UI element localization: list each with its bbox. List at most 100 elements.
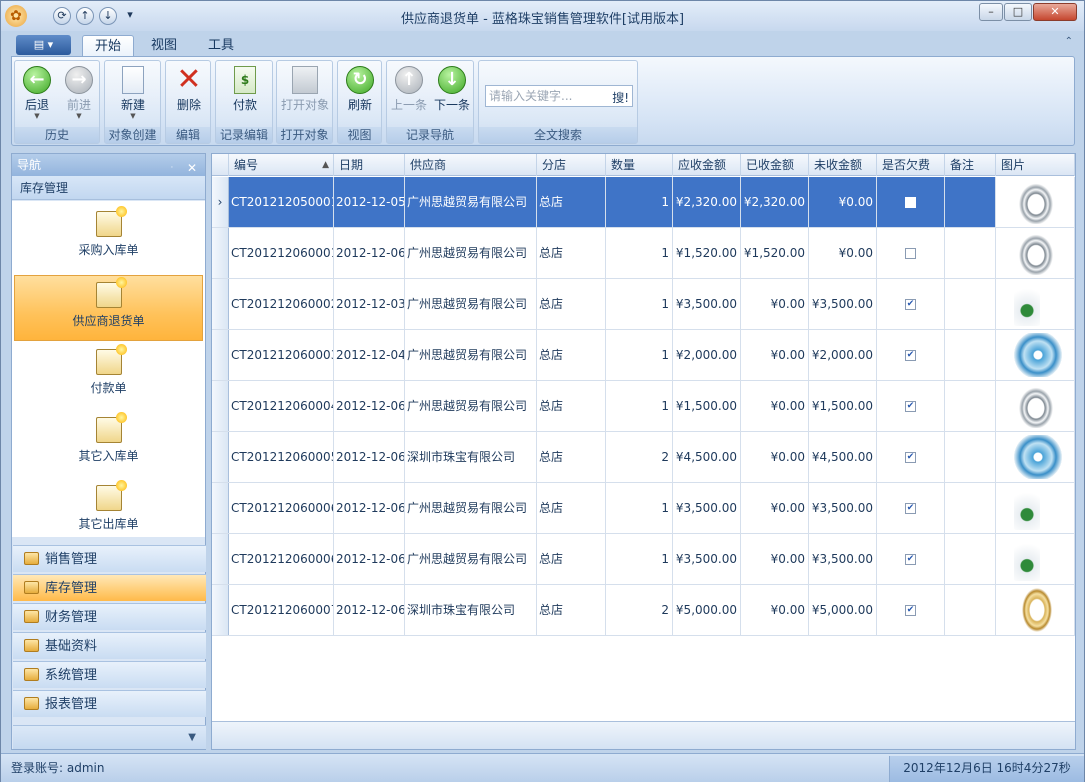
cell-qty[interactable]: 1 <box>606 330 673 380</box>
cell-note[interactable] <box>945 534 996 584</box>
table-row[interactable]: CT201212060002 2012-12-03 广州思越贸易有限公司 总店 1 ¥3,… <box>212 279 1075 330</box>
cell-id[interactable]: CT201212060002 <box>229 279 334 329</box>
table-row[interactable]: › CT201212050001 2012-12-05 广州思越贸易有限公司 总店 1 ¥2… <box>212 177 1075 228</box>
cell-unpaid[interactable]: ¥3,500.00 <box>809 534 877 584</box>
cell-qty[interactable]: 1 <box>606 177 673 227</box>
cell-date[interactable]: 2012-12-06 <box>334 381 405 431</box>
cell-branch[interactable]: 总店 <box>537 534 606 584</box>
cell-qty[interactable]: 1 <box>606 228 673 278</box>
app-menu-button[interactable]: ▤ ▾ <box>16 35 71 55</box>
cell-branch[interactable]: 总店 <box>537 279 606 329</box>
cell-unpaid[interactable]: ¥0.00 <box>809 177 877 227</box>
table-row[interactable]: CT201212060004 2012-12-06 广州思越贸易有限公司 总店 1 ¥1,… <box>212 381 1075 432</box>
cell-supplier[interactable]: 广州思越贸易有限公司 <box>405 228 537 278</box>
cell-image[interactable] <box>996 483 1075 533</box>
table-row[interactable]: CT201212060001 2012-12-06 广州思越贸易有限公司 总店 1 ¥1,… <box>212 228 1075 279</box>
cell-due[interactable]: ¥1,500.00 <box>673 381 741 431</box>
cell-unpaid[interactable]: ¥2,000.00 <box>809 330 877 380</box>
cell-note[interactable] <box>945 177 996 227</box>
cell-id[interactable]: CT201212060004 <box>229 381 334 431</box>
cell-received[interactable]: ¥0.00 <box>741 534 809 584</box>
cell-received[interactable]: ¥0.00 <box>741 432 809 482</box>
refresh-button[interactable]: ↻ 刷新 <box>339 64 381 126</box>
cell-image[interactable] <box>996 279 1075 329</box>
cell-id[interactable]: CT201212060006 <box>229 534 334 584</box>
minimize-button[interactable]: – <box>979 3 1003 21</box>
cell-received[interactable]: ¥0.00 <box>741 585 809 635</box>
cell-branch[interactable]: 总店 <box>537 381 606 431</box>
pin-icon[interactable]: ᆞ <box>167 157 177 179</box>
cell-id[interactable]: CT201212060003 <box>229 330 334 380</box>
row-indicator[interactable] <box>212 381 229 431</box>
nav-item-supplier-return[interactable]: 供应商退货单 <box>14 275 203 341</box>
cell-image[interactable] <box>996 534 1075 584</box>
header-col-branch[interactable]: 分店 <box>537 154 606 176</box>
cell-received[interactable]: ¥1,520.00 <box>741 228 809 278</box>
cell-owed[interactable] <box>877 534 945 584</box>
nav-item-purchase-in[interactable]: 采购入库单 <box>14 205 203 271</box>
cell-unpaid[interactable]: ¥3,500.00 <box>809 483 877 533</box>
row-indicator[interactable]: › <box>212 177 229 227</box>
cell-id[interactable]: CT201212060005 <box>229 432 334 482</box>
search-button[interactable]: 搜! <box>612 88 629 108</box>
cell-branch[interactable]: 总店 <box>537 483 606 533</box>
cell-owed[interactable] <box>877 483 945 533</box>
open-object-button[interactable]: 打开对象 <box>279 64 331 126</box>
cell-id[interactable]: CT201212060001 <box>229 228 334 278</box>
cell-supplier[interactable]: 广州思越贸易有限公司 <box>405 330 537 380</box>
close-button[interactable]: ✕ <box>1033 3 1077 21</box>
cell-note[interactable] <box>945 483 996 533</box>
nav-item-other-out[interactable]: 其它出库单 <box>14 479 203 537</box>
nav-item-payment[interactable]: 付款单 <box>14 343 203 409</box>
cell-date[interactable]: 2012-12-04 <box>334 330 405 380</box>
cell-image[interactable] <box>996 381 1075 431</box>
table-row[interactable]: CT201212060003 2012-12-04 广州思越贸易有限公司 总店 1 ¥2,… <box>212 330 1075 381</box>
prev-record-button[interactable]: ↑ 上一条 <box>388 64 430 126</box>
forward-button[interactable]: → 前进 ▼ <box>58 64 100 126</box>
cell-date[interactable]: 2012-12-06 <box>334 483 405 533</box>
cell-qty[interactable]: 1 <box>606 534 673 584</box>
cell-branch[interactable]: 总店 <box>537 432 606 482</box>
cell-id[interactable]: CT201212060007 <box>229 585 334 635</box>
row-indicator[interactable] <box>212 279 229 329</box>
search-input[interactable]: 请输入关键字... 搜! <box>485 85 633 107</box>
cell-due[interactable]: ¥2,000.00 <box>673 330 741 380</box>
row-indicator[interactable] <box>212 330 229 380</box>
cell-image[interactable] <box>996 228 1075 278</box>
cell-note[interactable] <box>945 330 996 380</box>
back-button[interactable]: ← 后退 ▼ <box>16 64 58 126</box>
cell-owed[interactable] <box>877 177 945 227</box>
header-col-note[interactable]: 备注 <box>945 154 996 176</box>
table-row[interactable]: CT201212060005 2012-12-06 深圳市珠宝有限公司 总店 2 ¥4,5… <box>212 432 1075 483</box>
cell-due[interactable]: ¥4,500.00 <box>673 432 741 482</box>
tab-view[interactable]: 视图 <box>139 35 189 57</box>
cell-due[interactable]: ¥2,320.00 <box>673 177 741 227</box>
owed-checkbox[interactable] <box>905 554 916 565</box>
cell-received[interactable]: ¥0.00 <box>741 381 809 431</box>
cell-due[interactable]: ¥3,500.00 <box>673 534 741 584</box>
cell-image[interactable] <box>996 585 1075 635</box>
cell-date[interactable]: 2012-12-06 <box>334 585 405 635</box>
header-col-qty[interactable]: 数量 <box>606 154 673 176</box>
cell-supplier[interactable]: 深圳市珠宝有限公司 <box>405 432 537 482</box>
cell-received[interactable]: ¥0.00 <box>741 330 809 380</box>
tab-tools[interactable]: 工具 <box>196 35 246 57</box>
cell-supplier[interactable]: 广州思越贸易有限公司 <box>405 534 537 584</box>
header-col-date[interactable]: 日期 <box>334 154 405 176</box>
cell-branch[interactable]: 总店 <box>537 585 606 635</box>
cell-received[interactable]: ¥2,320.00 <box>741 177 809 227</box>
cell-owed[interactable] <box>877 381 945 431</box>
cell-due[interactable]: ¥3,500.00 <box>673 483 741 533</box>
cell-note[interactable] <box>945 432 996 482</box>
cell-unpaid[interactable]: ¥1,500.00 <box>809 381 877 431</box>
cell-qty[interactable]: 2 <box>606 585 673 635</box>
row-indicator[interactable] <box>212 534 229 584</box>
header-col-unpaid[interactable]: 未收金额 <box>809 154 877 176</box>
cell-image[interactable] <box>996 177 1075 227</box>
nav-close-icon[interactable]: ✕ <box>187 157 197 179</box>
cell-note[interactable] <box>945 585 996 635</box>
header-col-image[interactable]: 图片 <box>996 154 1075 176</box>
cell-due[interactable]: ¥1,520.00 <box>673 228 741 278</box>
cell-due[interactable]: ¥5,000.00 <box>673 585 741 635</box>
module-inventory[interactable]: 库存管理 <box>13 574 206 601</box>
